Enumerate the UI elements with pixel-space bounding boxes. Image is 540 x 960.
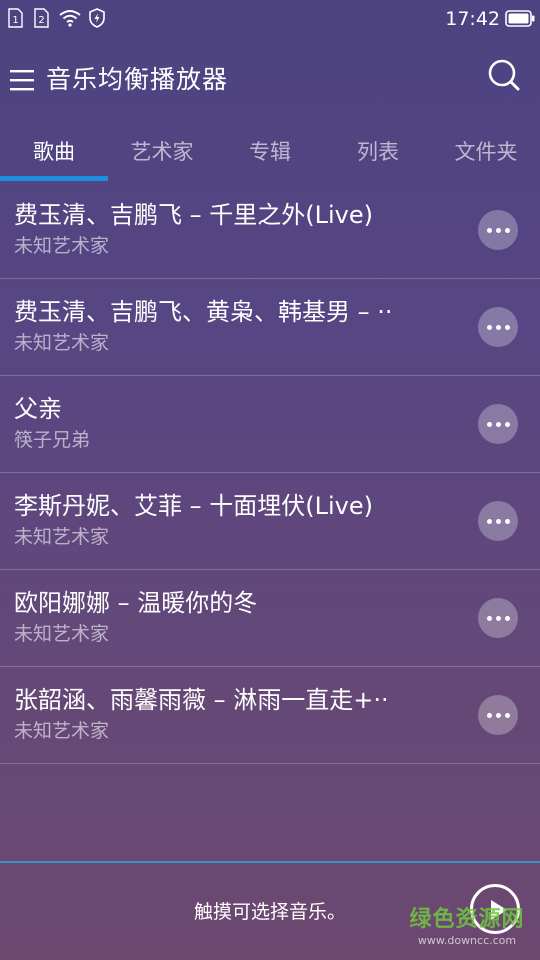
- player-divider: [0, 861, 540, 863]
- play-icon: [491, 900, 507, 920]
- tab-albums[interactable]: 专辑: [216, 128, 324, 182]
- shield-bolt-icon: [89, 8, 105, 28]
- more-options-button[interactable]: [478, 598, 518, 638]
- song-row[interactable]: 费玉清、吉鹏飞、黄枭、韩基男 – ·· 未知艺术家: [0, 279, 540, 376]
- song-title: 李斯丹妮、艾菲 – 十面埋伏(Live): [14, 492, 373, 520]
- song-title: 费玉清、吉鹏飞 – 千里之外(Live): [14, 201, 373, 229]
- sim2-icon: 2: [34, 8, 49, 28]
- more-options-button[interactable]: [478, 404, 518, 444]
- more-options-button[interactable]: [478, 501, 518, 541]
- play-button[interactable]: [470, 884, 520, 934]
- more-options-button[interactable]: [478, 210, 518, 250]
- sim2-label: 2: [38, 15, 44, 26]
- song-row[interactable]: 欧阳娜娜 – 温暖你的冬 未知艺术家: [0, 570, 540, 667]
- menu-icon[interactable]: [10, 68, 36, 92]
- song-artist: 筷子兄弟: [14, 429, 91, 451]
- battery-icon: [505, 10, 535, 27]
- song-row[interactable]: 费玉清、吉鹏飞 – 千里之外(Live) 未知艺术家: [0, 182, 540, 279]
- song-title: 父亲: [14, 395, 62, 423]
- sim1-label: 1: [12, 15, 18, 26]
- search-icon[interactable]: [484, 56, 524, 96]
- tab-folders[interactable]: 文件夹: [432, 128, 540, 182]
- song-artist: 未知艺术家: [14, 235, 110, 257]
- app-title: 音乐均衡播放器: [46, 65, 229, 94]
- status-clock: 17:42: [445, 8, 500, 30]
- song-list: 费玉清、吉鹏飞 – 千里之外(Live) 未知艺术家 费玉清、吉鹏飞、黄枭、韩基…: [0, 182, 540, 764]
- song-title: 张韶涵、雨馨雨薇 – 淋雨一直走+··: [14, 686, 389, 714]
- song-artist: 未知艺术家: [14, 526, 110, 548]
- song-artist: 未知艺术家: [14, 332, 110, 354]
- more-options-button[interactable]: [478, 695, 518, 735]
- song-title: 欧阳娜娜 – 温暖你的冬: [14, 589, 258, 617]
- song-title: 费玉清、吉鹏飞、黄枭、韩基男 – ··: [14, 298, 393, 326]
- song-artist: 未知艺术家: [14, 720, 110, 742]
- tab-artists[interactable]: 艺术家: [108, 128, 216, 182]
- song-row[interactable]: 父亲 筷子兄弟: [0, 376, 540, 473]
- status-bar: 1 2 17:42: [0, 0, 540, 38]
- watermark-url: www.downcc.com: [417, 934, 517, 947]
- song-artist: 未知艺术家: [14, 623, 110, 645]
- player-hint: 触摸可选择音乐。: [193, 901, 346, 923]
- tab-bar: 歌曲 艺术家 专辑 列表 文件夹: [0, 128, 540, 182]
- more-options-button[interactable]: [478, 307, 518, 347]
- sim1-icon: 1: [8, 8, 23, 28]
- tab-songs[interactable]: 歌曲: [0, 128, 108, 182]
- song-row[interactable]: 张韶涵、雨馨雨薇 – 淋雨一直走+·· 未知艺术家: [0, 667, 540, 764]
- tab-playlists[interactable]: 列表: [324, 128, 432, 182]
- song-row[interactable]: 李斯丹妮、艾菲 – 十面埋伏(Live) 未知艺术家: [0, 473, 540, 570]
- wifi-icon: [59, 10, 81, 27]
- tab-indicator: [0, 176, 108, 181]
